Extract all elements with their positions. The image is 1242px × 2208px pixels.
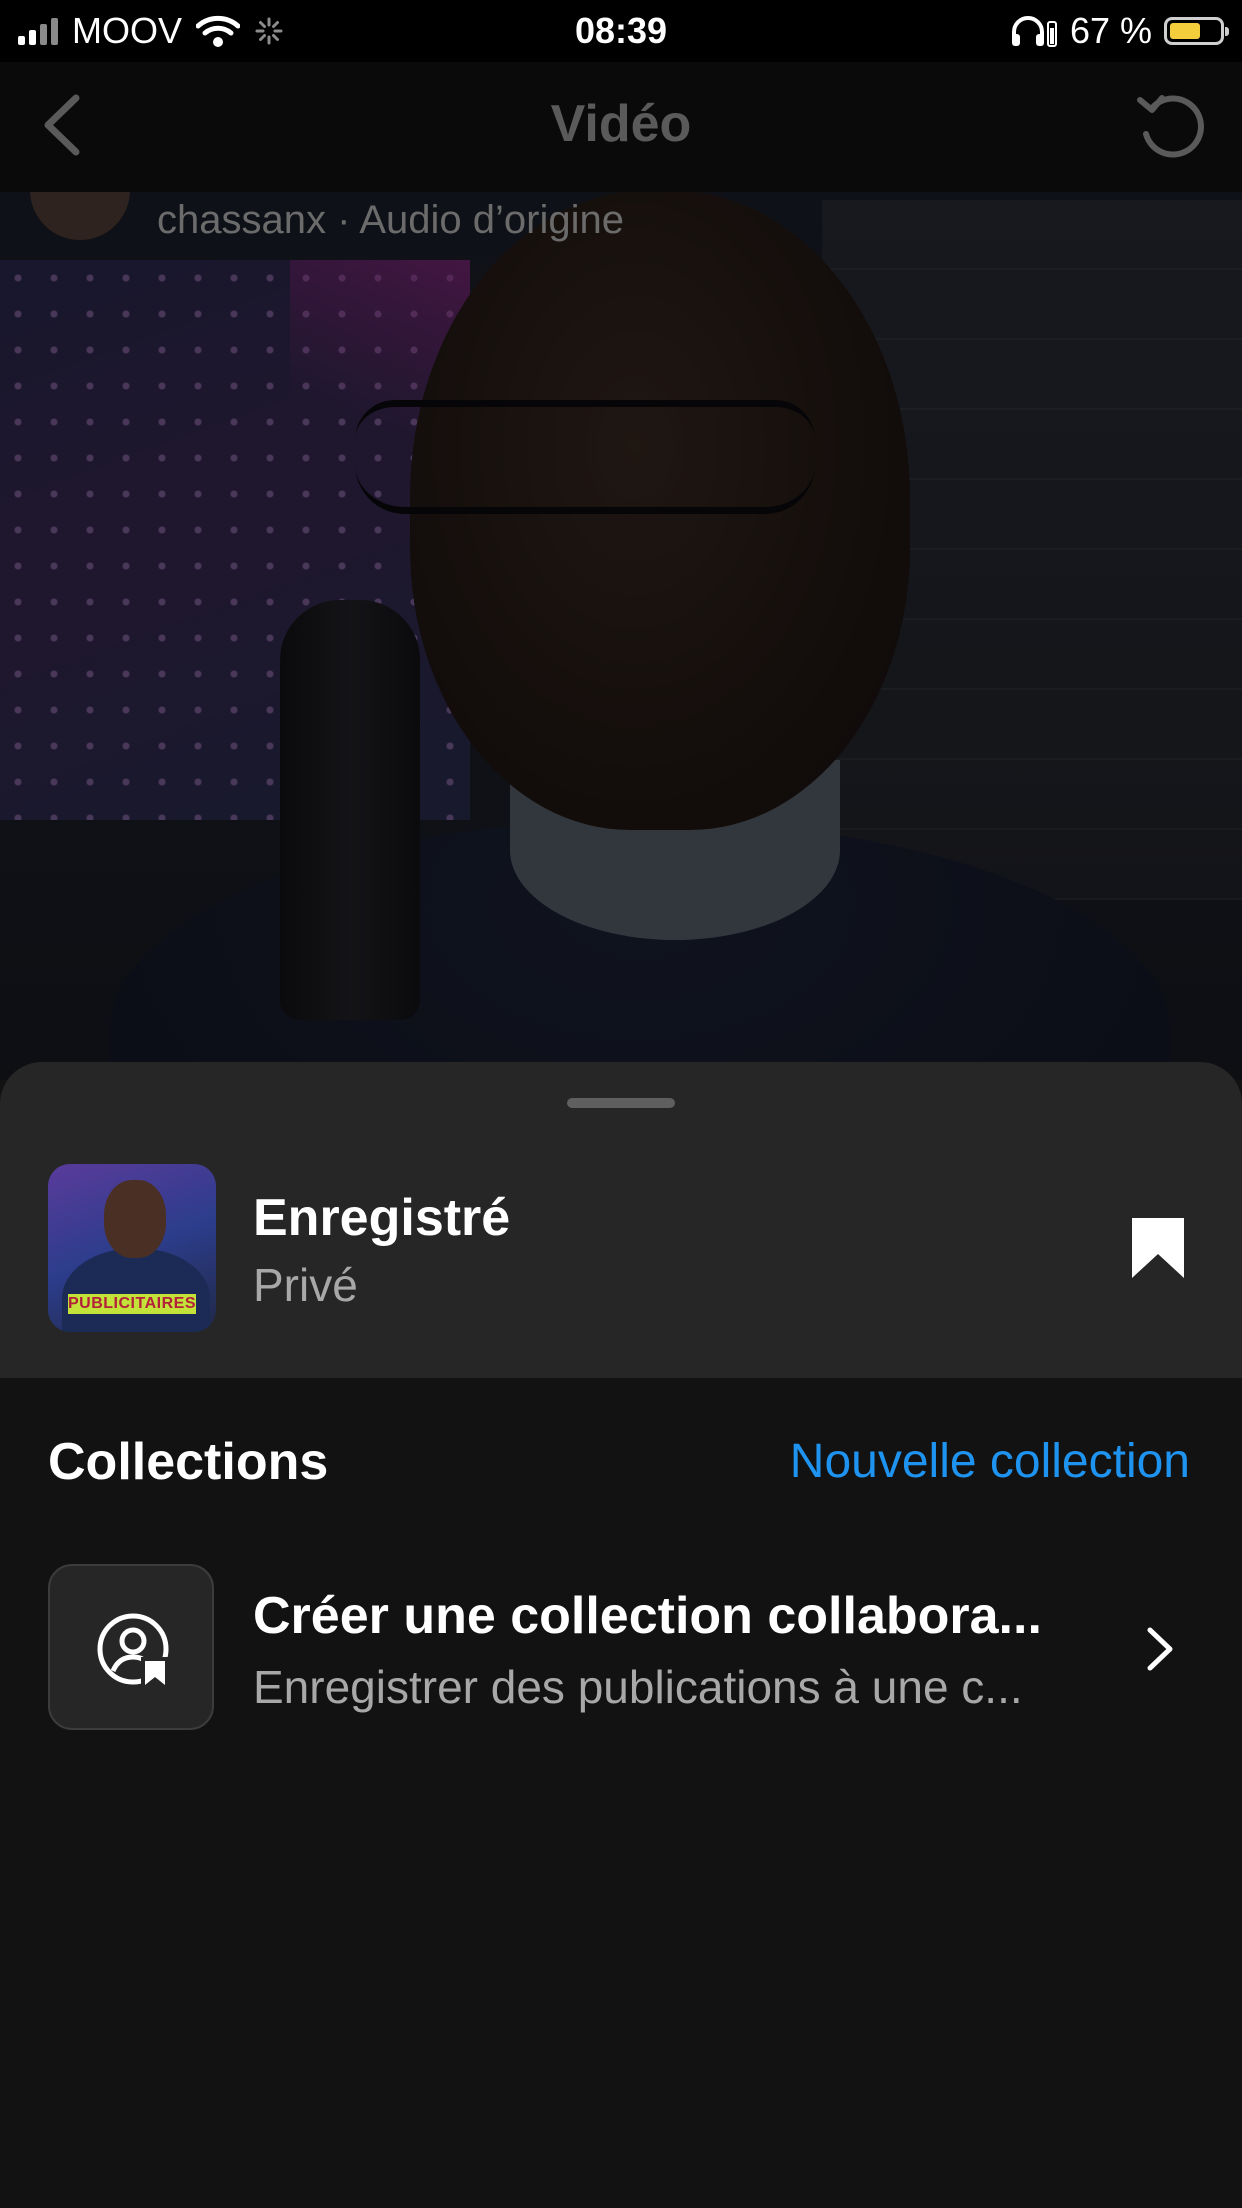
collaborative-collection-icon (97, 1613, 169, 1687)
headphones-battery-icon (1011, 16, 1057, 47)
new-collection-button[interactable]: Nouvelle collection (790, 1434, 1190, 1489)
bookmark-filled-icon[interactable] (1130, 1216, 1186, 1280)
chevron-right-icon (1147, 1627, 1173, 1671)
carrier-name: MOOV (72, 10, 183, 51)
status-bar: MOOV 08:39 67 % (0, 0, 1242, 62)
collab-icon-container (48, 1564, 214, 1730)
sheet-grabber[interactable] (567, 1098, 675, 1108)
nav-bar: Vidéo (0, 62, 1242, 192)
page-title: Vidéo (550, 95, 692, 153)
create-collab-collection-row[interactable]: Créer une collection collabora... Enregi… (0, 1562, 1242, 1738)
collab-subtitle: Enregistrer des publications à une c... (253, 1661, 1023, 1713)
battery-level (1170, 23, 1201, 39)
thumbnail-person-body (62, 1248, 210, 1332)
thumbnail-banner: PUBLICITAIRES (68, 1294, 196, 1314)
battery-percent: 67 % (1069, 10, 1152, 51)
collab-title: Créer une collection collabora... (253, 1587, 1042, 1645)
signal-icon (18, 17, 58, 45)
post-author-audio: chassanx · Audio d’origine (157, 198, 624, 242)
save-bottom-sheet: PUBLICITAIRES Enregistré Privé Collectio… (0, 1062, 1242, 2208)
status-left: MOOV (18, 0, 284, 62)
saved-row[interactable]: PUBLICITAIRES Enregistré Privé (0, 1062, 1242, 1378)
saved-title: Enregistré (253, 1189, 511, 1247)
wifi-icon (196, 15, 241, 47)
refresh-icon[interactable] (1132, 86, 1212, 166)
battery-icon (1164, 17, 1229, 45)
saved-thumbnail: PUBLICITAIRES (48, 1164, 216, 1332)
collections-heading: Collections (48, 1433, 329, 1491)
thumbnail-person-face (104, 1180, 166, 1258)
status-right: 67 % (1010, 0, 1229, 62)
loading-icon (255, 17, 283, 45)
saved-privacy: Privé (253, 1259, 358, 1311)
